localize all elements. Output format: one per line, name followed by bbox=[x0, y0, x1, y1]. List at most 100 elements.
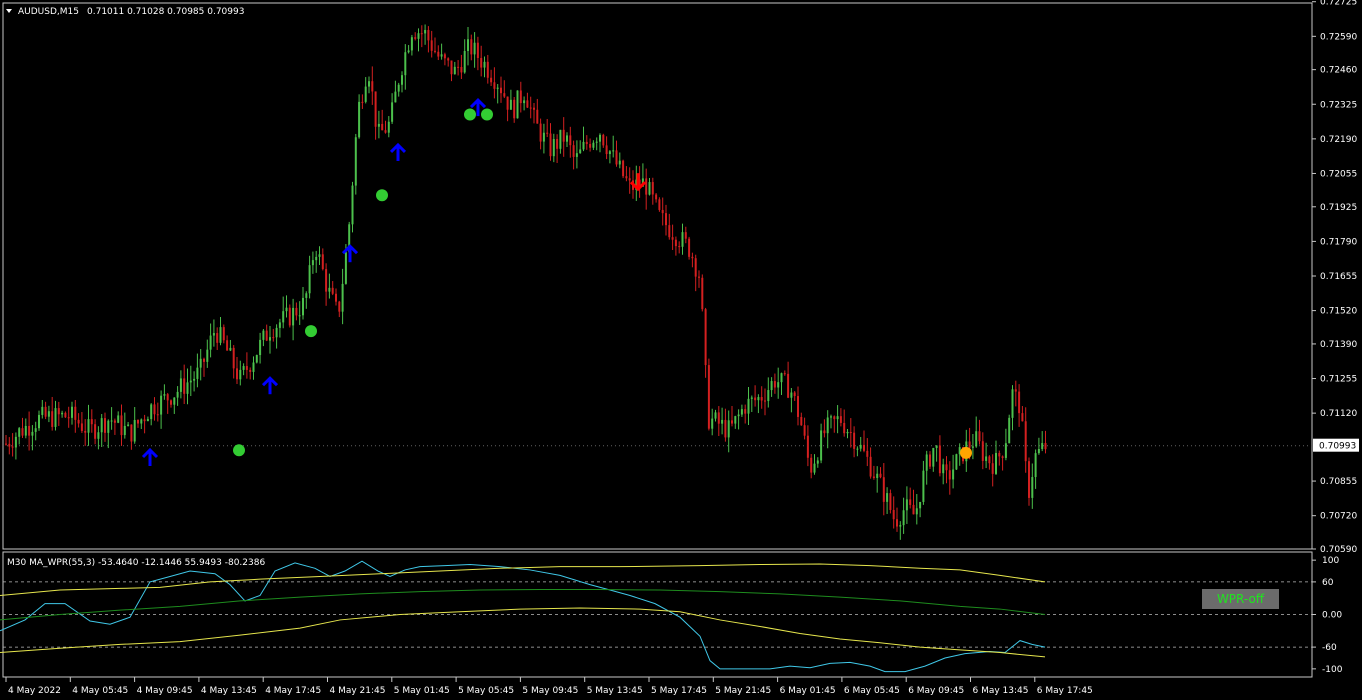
candle bbox=[625, 166, 628, 182]
candle bbox=[608, 150, 611, 164]
candle bbox=[371, 66, 374, 105]
chart-canvas[interactable]: 0.72725 0.72590 0.72460 0.72325 0.72190 0.720… bbox=[0, 0, 1362, 700]
candle bbox=[830, 414, 832, 429]
candle bbox=[450, 60, 453, 82]
candle bbox=[542, 123, 545, 154]
candle bbox=[239, 360, 242, 386]
candle bbox=[1018, 384, 1021, 427]
candle bbox=[991, 454, 994, 487]
current-price-label: 0.70993 bbox=[1319, 442, 1356, 452]
indicator-tick-label: 0.00 bbox=[1322, 611, 1342, 621]
candle bbox=[173, 397, 176, 414]
candle bbox=[750, 395, 753, 413]
candle bbox=[529, 96, 532, 119]
candle bbox=[760, 386, 763, 409]
candle bbox=[569, 126, 572, 158]
candle bbox=[575, 140, 578, 169]
symbol-menu-icon[interactable] bbox=[6, 9, 12, 13]
candle bbox=[566, 132, 568, 147]
price-tick-label: 0.71925 bbox=[1320, 203, 1357, 213]
candle bbox=[724, 408, 727, 442]
price-tick-label: 0.72325 bbox=[1320, 100, 1357, 110]
candle bbox=[278, 318, 281, 338]
time-tick-label: 5 May 05:45 bbox=[458, 686, 514, 696]
candle bbox=[179, 370, 182, 399]
time-tick-label: 4 May 2022 bbox=[8, 686, 61, 696]
candle bbox=[506, 96, 509, 122]
wpr-off-button[interactable]: WPR-off bbox=[1202, 589, 1279, 609]
candle bbox=[354, 133, 357, 195]
time-tick-label: 6 May 17:45 bbox=[1037, 686, 1093, 696]
candle bbox=[691, 252, 694, 268]
candle bbox=[341, 268, 344, 325]
time-tick-label: 5 May 21:45 bbox=[715, 686, 771, 696]
candle bbox=[176, 386, 179, 406]
time-tick-label: 5 May 09:45 bbox=[522, 686, 578, 696]
candle bbox=[41, 400, 44, 419]
candle bbox=[377, 110, 380, 139]
candle bbox=[519, 81, 522, 113]
candle bbox=[457, 60, 460, 76]
candle bbox=[671, 224, 674, 250]
candle bbox=[948, 461, 951, 495]
price-tick-label: 0.71520 bbox=[1320, 307, 1357, 317]
candle bbox=[430, 30, 433, 58]
candle bbox=[595, 137, 598, 151]
candle bbox=[453, 61, 456, 75]
candle bbox=[24, 418, 27, 439]
candle bbox=[612, 135, 615, 158]
candle bbox=[701, 274, 704, 312]
candle bbox=[754, 385, 757, 407]
candle bbox=[503, 80, 506, 99]
candle bbox=[496, 83, 499, 104]
candle bbox=[275, 324, 278, 349]
candle bbox=[160, 390, 163, 429]
candle bbox=[410, 34, 413, 56]
candle bbox=[351, 181, 354, 233]
candle bbox=[308, 255, 311, 299]
candle bbox=[87, 404, 90, 446]
candle bbox=[28, 411, 31, 451]
candle bbox=[935, 445, 938, 462]
candle bbox=[328, 273, 331, 299]
lower-band-series bbox=[0, 607, 1046, 658]
candle bbox=[707, 358, 710, 431]
price-tick-label: 0.72725 bbox=[1320, 0, 1357, 8]
candle bbox=[427, 26, 430, 53]
candle bbox=[896, 507, 898, 532]
candle bbox=[813, 454, 816, 475]
candle bbox=[381, 109, 384, 131]
candle bbox=[156, 402, 159, 422]
candle bbox=[193, 371, 196, 392]
candle bbox=[120, 404, 123, 446]
candle bbox=[14, 432, 17, 460]
candles bbox=[5, 24, 1047, 540]
candle bbox=[859, 436, 862, 452]
candle bbox=[698, 270, 700, 288]
candle bbox=[252, 356, 255, 380]
indicator-tick-label: -100 bbox=[1322, 665, 1343, 675]
candle bbox=[909, 487, 912, 509]
candle bbox=[315, 250, 318, 273]
candle bbox=[57, 401, 60, 426]
candle bbox=[853, 426, 856, 458]
candle bbox=[704, 307, 707, 378]
candle bbox=[651, 177, 654, 205]
candle bbox=[826, 410, 829, 449]
candle bbox=[849, 418, 852, 448]
candle bbox=[265, 324, 268, 342]
candle bbox=[424, 24, 427, 45]
candle bbox=[783, 370, 786, 376]
indicator-axis: 100 60 0.00 -60 -100 bbox=[1312, 556, 1343, 675]
candle bbox=[384, 120, 387, 134]
candle bbox=[21, 417, 24, 439]
candle bbox=[282, 296, 285, 329]
up-arrow-icon bbox=[261, 376, 279, 395]
candle bbox=[678, 241, 681, 254]
candle bbox=[153, 397, 156, 421]
candle bbox=[770, 377, 773, 397]
price-tick-label: 0.72460 bbox=[1320, 66, 1357, 76]
candle bbox=[245, 352, 248, 379]
candle bbox=[694, 254, 697, 292]
candle bbox=[856, 446, 859, 457]
